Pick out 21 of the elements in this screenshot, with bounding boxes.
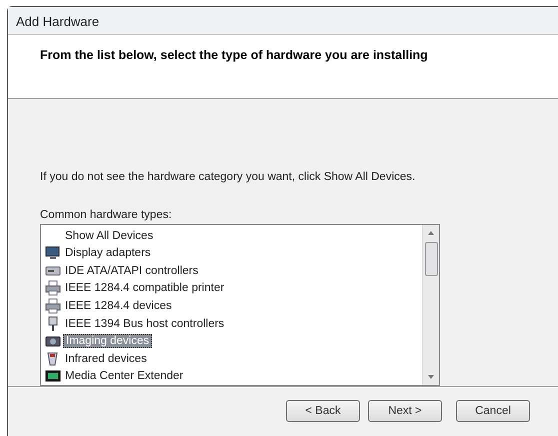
scrollbar[interactable] bbox=[422, 224, 439, 385]
list-item[interactable]: IDE ATA/ATAPI controllers bbox=[63, 264, 200, 277]
printer-icon bbox=[45, 280, 61, 296]
cancel-button[interactable]: Cancel bbox=[456, 400, 530, 422]
list-item[interactable]: Show All Devices bbox=[45, 230, 156, 242]
list-item[interactable]: IEEE 1394 Bus host controllers bbox=[63, 318, 226, 330]
list-item[interactable]: IEEE 1284.4 devices bbox=[63, 300, 174, 312]
scroll-thumb[interactable] bbox=[424, 242, 438, 276]
window-title: Add Hardware bbox=[8, 7, 558, 34]
list-label: Common hardware types: bbox=[40, 208, 173, 221]
list-item[interactable]: Infrared devices bbox=[63, 352, 149, 365]
next-button[interactable]: Next > bbox=[368, 400, 442, 422]
media-icon bbox=[45, 368, 61, 384]
printer-icon bbox=[45, 298, 61, 314]
monitor-icon bbox=[45, 245, 61, 262]
list-item[interactable]: Media Center Extender bbox=[63, 370, 186, 382]
list-item[interactable]: IEEE 1284.4 compatible printer bbox=[63, 282, 226, 294]
list-item[interactable]: Display adapters bbox=[63, 247, 153, 260]
header-heading: From the list below, select the type of hardware you are installing bbox=[40, 48, 429, 62]
back-button[interactable]: < Back bbox=[286, 400, 360, 422]
instruction-text: If you do not see the hardware category you want, click Show All Devices. bbox=[40, 170, 416, 183]
